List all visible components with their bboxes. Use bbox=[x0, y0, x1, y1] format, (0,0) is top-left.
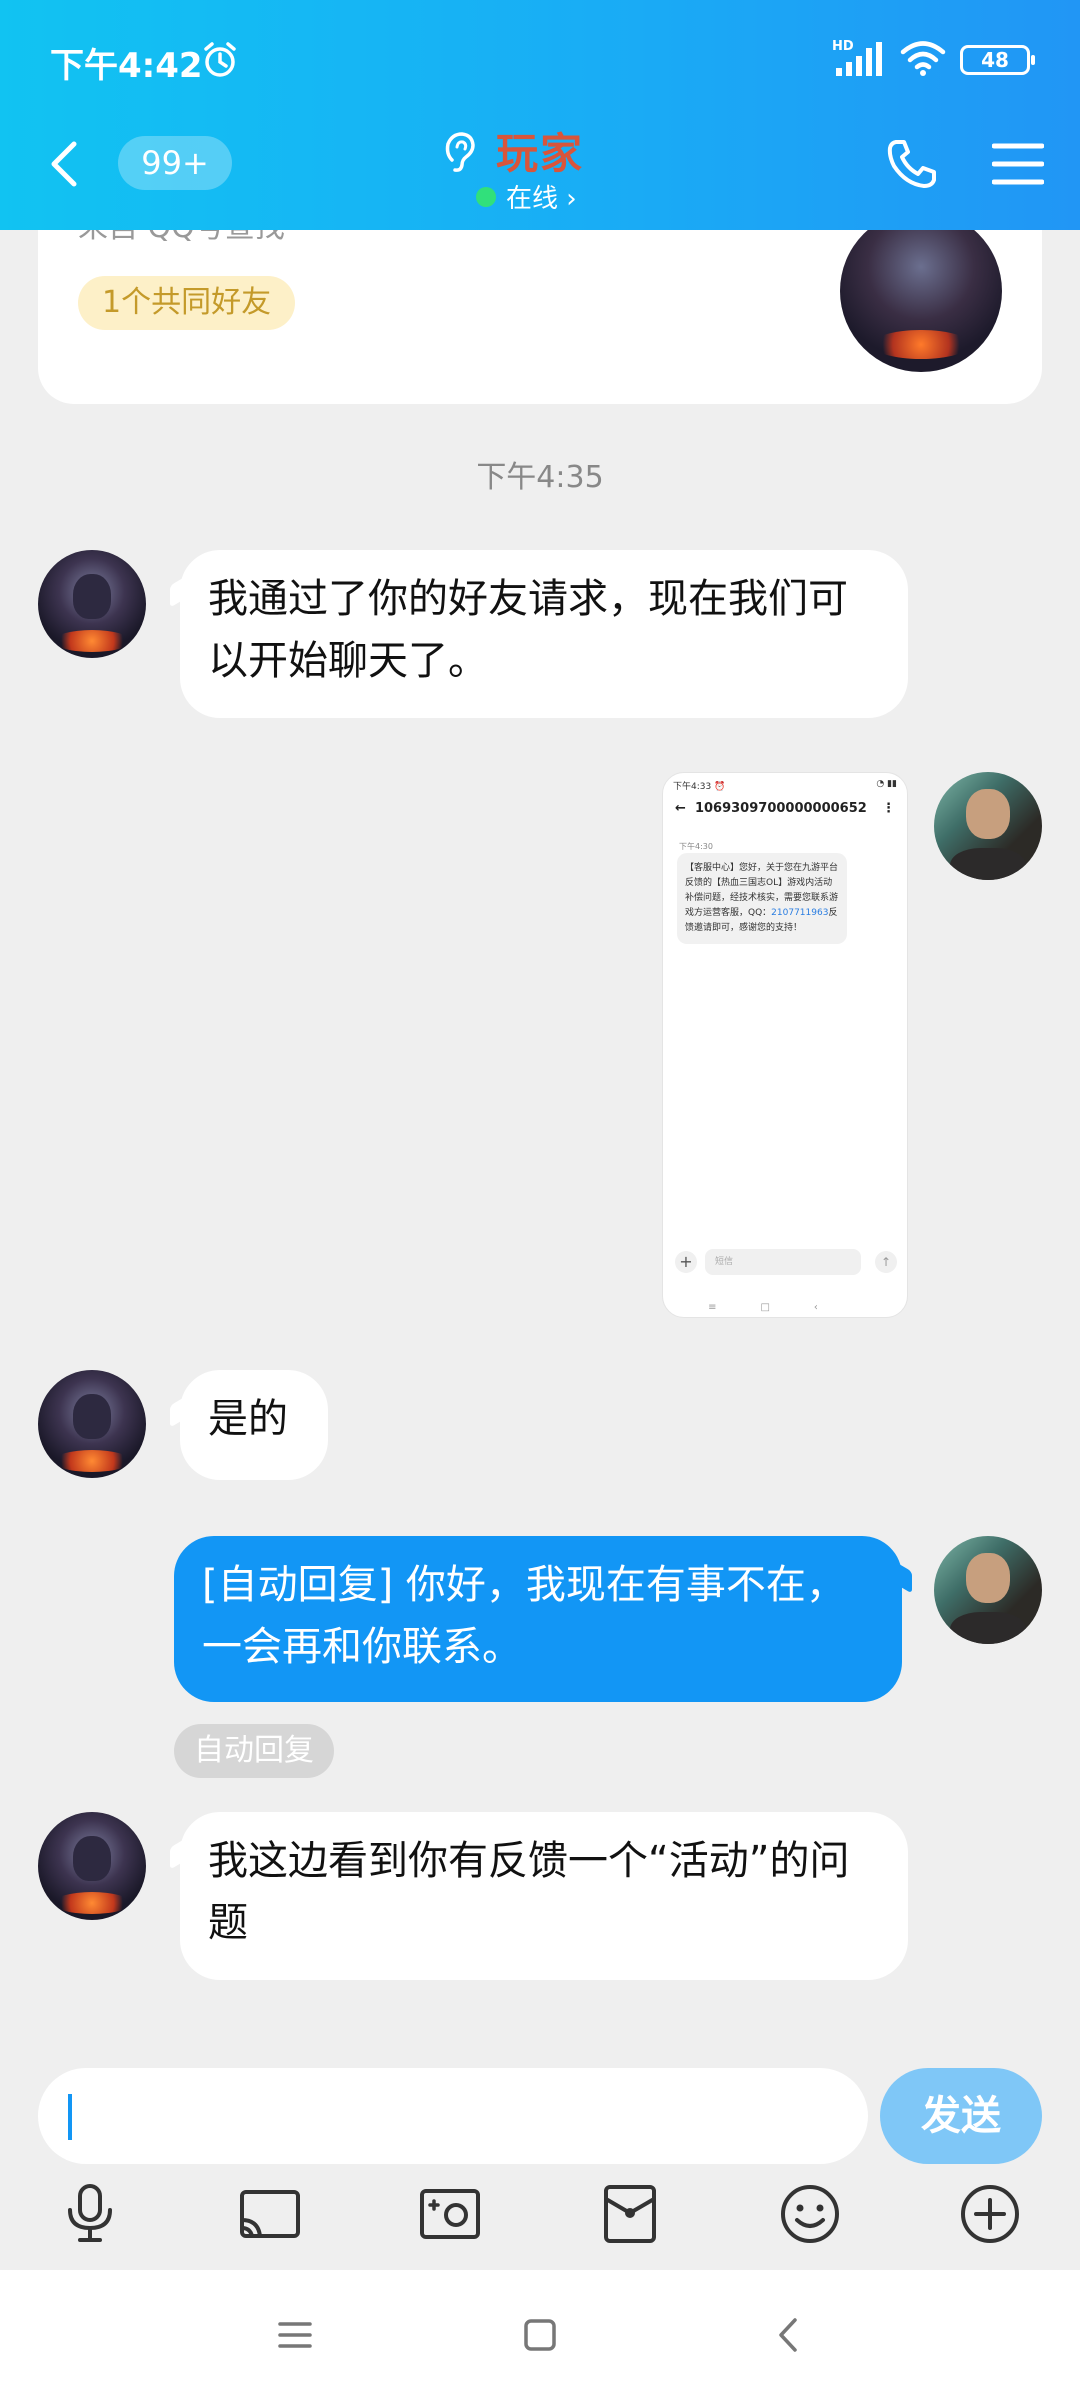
screenshot-send-icon: ↑ bbox=[875, 1251, 897, 1273]
message-bubble[interactable]: 是的 bbox=[180, 1370, 328, 1480]
nav-bar: 99+ 玩家 在线 › bbox=[0, 120, 1080, 214]
input-toolbar bbox=[0, 2178, 1080, 2268]
screenshot-status-time: 下午4:33 ⏰ bbox=[673, 782, 726, 792]
red-packet-icon[interactable] bbox=[594, 2178, 666, 2250]
signal-icon: HD bbox=[832, 38, 886, 82]
system-navigation-bar bbox=[0, 2270, 1080, 2400]
image-message[interactable]: 下午4:33 ⏰ ◔ ▮▮ ← 1069309700000000652 ⋮ 下午… bbox=[662, 772, 908, 1318]
status-bar: 下午4:42 HD 48 bbox=[50, 38, 1035, 88]
message-bubble[interactable]: 我这边看到你有反馈一个“活动”的问题 bbox=[180, 1812, 908, 1980]
screenshot-sms-bubble: 【客服中心】您好，关于您在九游平台反馈的【热血三国志OL】游戏内活动补偿问题，经… bbox=[677, 853, 847, 944]
online-dot-icon bbox=[476, 186, 496, 207]
screenshot-time: 下午4:30 bbox=[679, 842, 713, 851]
alarm-icon bbox=[200, 40, 240, 84]
message-input[interactable] bbox=[38, 2068, 868, 2164]
screenshot-qq-number: 2107711963 bbox=[771, 908, 829, 918]
status-time: 下午4:42 bbox=[50, 46, 203, 86]
back-button[interactable] bbox=[40, 136, 90, 192]
online-status[interactable]: 在线 › bbox=[476, 178, 577, 215]
contact-name: 玩家 bbox=[496, 129, 585, 178]
screenshot-header: ← 1069309700000000652 ⋮ bbox=[675, 801, 899, 816]
status-indicators: HD 48 bbox=[832, 38, 1035, 82]
screen-cast-icon[interactable] bbox=[234, 2178, 306, 2250]
my-avatar[interactable] bbox=[934, 772, 1042, 880]
menu-icon[interactable] bbox=[991, 140, 1045, 192]
send-button[interactable]: 发送 bbox=[880, 2068, 1042, 2164]
emoji-icon[interactable] bbox=[774, 2178, 846, 2250]
screenshot-input-row: + 短信 ↑ bbox=[675, 1247, 897, 1277]
add-more-icon[interactable] bbox=[954, 2178, 1026, 2250]
microphone-icon[interactable] bbox=[54, 2178, 126, 2250]
screenshot-plus-icon: + bbox=[675, 1251, 697, 1273]
contact-avatar[interactable] bbox=[38, 1370, 146, 1478]
battery-indicator: 48 bbox=[960, 45, 1035, 75]
home-icon[interactable] bbox=[515, 2310, 565, 2360]
screenshot-status-icons: ◔ ▮▮ bbox=[876, 779, 897, 789]
phone-icon[interactable] bbox=[884, 136, 940, 196]
system-back-icon[interactable] bbox=[765, 2310, 815, 2360]
auto-reply-tag: 自动回复 bbox=[174, 1724, 334, 1778]
wifi-icon bbox=[900, 39, 946, 81]
my-avatar[interactable] bbox=[934, 1536, 1042, 1644]
svg-text:HD: HD bbox=[832, 39, 854, 54]
contact-title-area[interactable]: 玩家 在线 › bbox=[430, 120, 670, 214]
online-label: 在线 › bbox=[506, 184, 577, 214]
chat-timestamp: 下午4:35 bbox=[476, 460, 604, 495]
contact-avatar[interactable] bbox=[38, 1812, 146, 1920]
message-bubble[interactable]: 我通过了你的好友请求，现在我们可以开始聊天了。 bbox=[180, 550, 908, 718]
ear-icon bbox=[440, 130, 480, 178]
recent-apps-icon[interactable] bbox=[270, 2310, 320, 2360]
mutual-friends-tag[interactable]: 1个共同好友 bbox=[78, 276, 296, 330]
chat-header: 下午4:42 HD 48 99+ 玩家 在线 › bbox=[0, 0, 1080, 230]
screenshot-back-icon: ← bbox=[675, 801, 695, 816]
unread-badge[interactable]: 99+ bbox=[118, 136, 232, 190]
screenshot-nav-icons: ≡□‹ bbox=[708, 1302, 862, 1313]
screenshot-input-placeholder: 短信 bbox=[705, 1249, 861, 1275]
auto-reply-bubble[interactable]: [自动回复] 你好，我现在有事不在，一会再和你联系。 bbox=[174, 1536, 902, 1702]
screenshot-more-icon: ⋮ bbox=[882, 801, 895, 816]
camera-icon[interactable] bbox=[414, 2178, 486, 2250]
input-area: 发送 bbox=[0, 2040, 1080, 2270]
profile-avatar[interactable] bbox=[840, 210, 1002, 372]
text-caret bbox=[68, 2094, 72, 2140]
screenshot-sender: 1069309700000000652 bbox=[694, 801, 867, 816]
contact-avatar[interactable] bbox=[38, 550, 146, 658]
